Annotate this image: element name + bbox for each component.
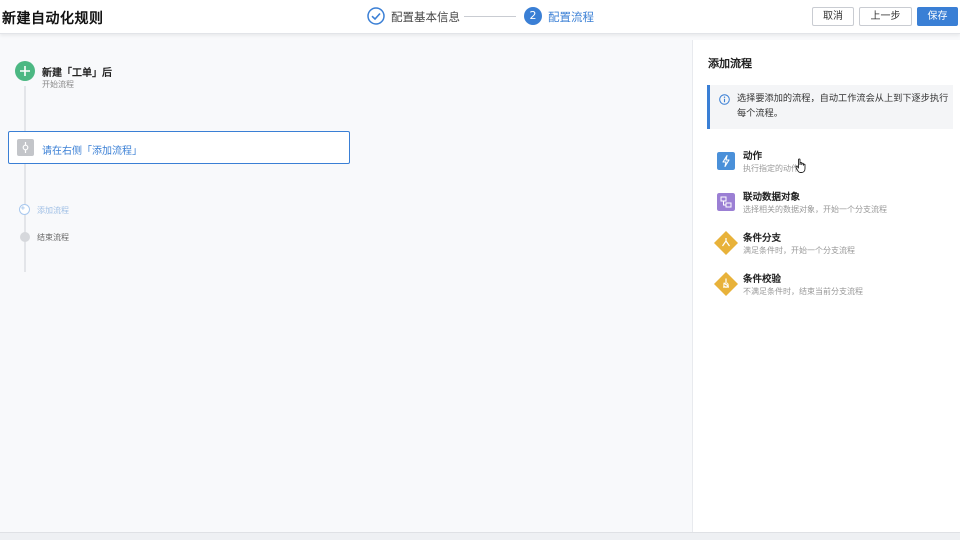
option-desc: 不满足条件时，结束当前分支流程 — [743, 287, 863, 296]
add-flow-panel: 添加流程 选择要添加的流程，自动工作流会从上到下逐步执行每个流程。 动作 执行指… — [692, 40, 960, 532]
cancel-button[interactable]: 取消 — [812, 7, 854, 26]
option-title: 动作 — [743, 151, 763, 162]
option-title: 条件校验 — [743, 274, 782, 285]
plus-icon — [20, 66, 30, 76]
save-button[interactable]: 保存 — [917, 7, 958, 26]
previous-step-button[interactable]: 上一步 — [859, 7, 912, 26]
start-node-subtitle: 开始流程 — [42, 80, 74, 89]
option-condition-branch[interactable]: 条件分支 满足条件时，开始一个分支流程 — [713, 230, 953, 262]
linked-data-icon — [717, 193, 735, 211]
step-connector — [464, 16, 516, 17]
step-number-badge: 2 — [524, 7, 542, 25]
step-basic-info: 配置基本信息 — [391, 10, 460, 24]
flow-canvas — [0, 40, 692, 532]
info-icon — [719, 94, 730, 105]
flow-connector — [24, 216, 26, 272]
option-desc: 执行指定的动作 — [743, 164, 799, 173]
option-action[interactable]: 动作 执行指定的动作 — [713, 148, 953, 180]
check-circle-icon — [367, 7, 385, 25]
check-condition-icon — [714, 272, 738, 296]
top-bar: 新建自动化规则 配置基本信息 2 配置流程 取消 上一步 保存 — [0, 0, 960, 34]
bottom-divider — [0, 532, 960, 540]
option-title: 条件分支 — [743, 233, 782, 244]
branch-icon — [714, 231, 738, 255]
option-desc: 选择相关的数据对象，开始一个分支流程 — [743, 205, 887, 214]
start-node-title: 新建「工单」后 — [42, 68, 112, 79]
step-placeholder-icon — [17, 139, 34, 156]
hand-cursor-icon — [795, 158, 806, 173]
page-title: 新建自动化规则 — [2, 11, 104, 27]
end-node — [20, 232, 30, 242]
add-step-icon[interactable] — [19, 204, 30, 215]
info-notice: 选择要添加的流程，自动工作流会从上到下逐步执行每个流程。 — [707, 85, 953, 129]
info-text: 选择要添加的流程，自动工作流会从上到下逐步执行每个流程。 — [737, 93, 949, 119]
flow-placeholder-step[interactable]: 请在右侧「添加流程」 — [8, 131, 350, 164]
option-linked-data[interactable]: 联动数据对象 选择相关的数据对象，开始一个分支流程 — [713, 189, 953, 221]
lightning-icon — [717, 152, 735, 170]
end-node-label: 结束流程 — [37, 233, 69, 242]
panel-title: 添加流程 — [708, 57, 752, 70]
add-step-link[interactable]: 添加流程 — [37, 205, 69, 216]
option-title: 联动数据对象 — [743, 192, 801, 203]
option-condition-check[interactable]: 条件校验 不满足条件时，结束当前分支流程 — [713, 271, 953, 303]
placeholder-text: 请在右侧「添加流程」 — [42, 146, 142, 157]
start-node[interactable] — [15, 61, 35, 81]
option-desc: 满足条件时，开始一个分支流程 — [743, 246, 855, 255]
step-config-flow: 配置流程 — [548, 10, 594, 24]
